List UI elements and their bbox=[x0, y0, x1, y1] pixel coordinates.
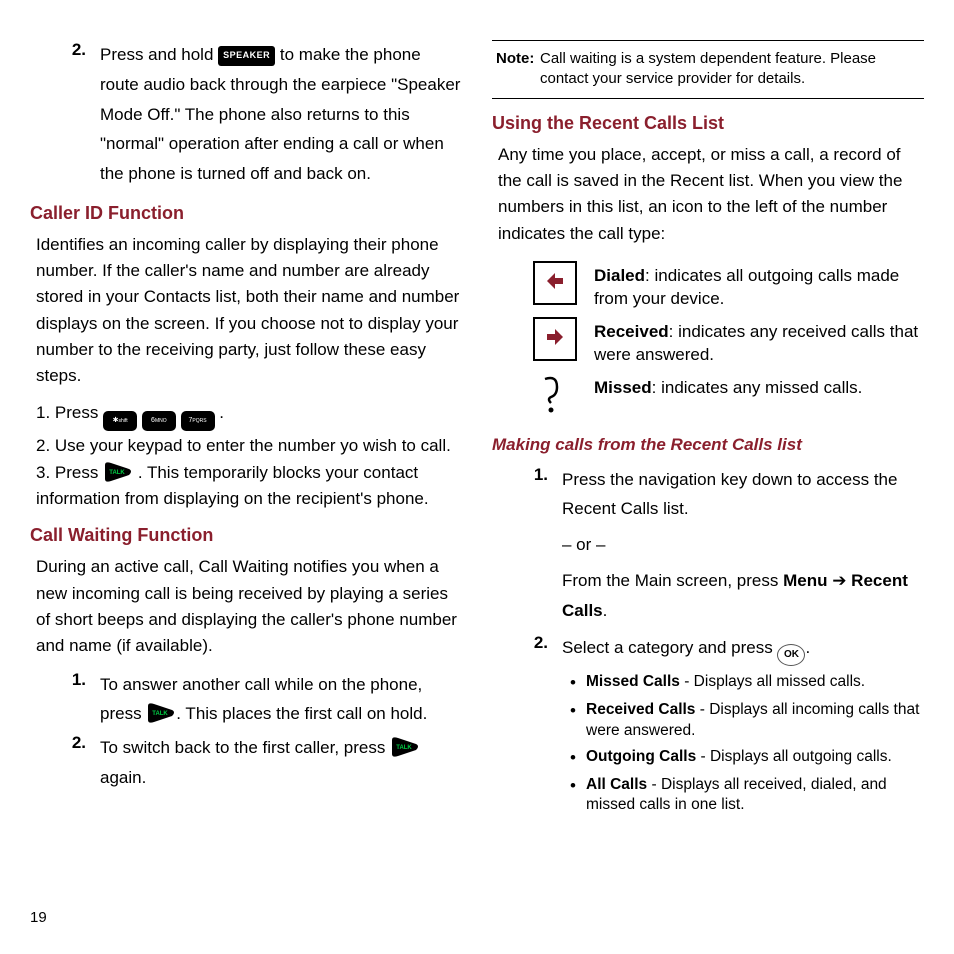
label: Received Calls bbox=[586, 701, 695, 718]
text: Press the navigation key down to access … bbox=[562, 465, 924, 525]
text: - Displays all missed calls. bbox=[680, 673, 865, 690]
caller-id-heading: Caller ID Function bbox=[30, 203, 462, 224]
bullet-icon: • bbox=[570, 747, 586, 769]
cid-step-2: 2. Use your keypad to enter the number y… bbox=[30, 433, 462, 459]
missed-label: Missed bbox=[594, 378, 652, 397]
step-body: To switch back to the first caller, pres… bbox=[100, 733, 462, 793]
note-label: Note: bbox=[496, 50, 534, 67]
missed-icon bbox=[532, 373, 578, 417]
missed-row: Missed: indicates any missed calls. bbox=[532, 373, 924, 417]
arrow-icon: ➔ bbox=[827, 571, 851, 590]
page: 2. Press and hold SPEAKER to make the ph… bbox=[0, 0, 954, 954]
label: Missed Calls bbox=[586, 673, 680, 690]
received-icon bbox=[533, 317, 577, 361]
step-body: To answer another call while on the phon… bbox=[100, 670, 462, 730]
dialed-icon bbox=[533, 261, 577, 305]
text: to make the phone route audio back throu… bbox=[100, 45, 460, 183]
talk-key-icon: TALK bbox=[390, 736, 420, 758]
step-number: 2. bbox=[514, 633, 562, 653]
cw-step-2: 2. To switch back to the first caller, p… bbox=[30, 733, 462, 793]
cat-all: • All Calls - Displays all received, dia… bbox=[570, 775, 924, 815]
text: 3. Press bbox=[36, 463, 103, 482]
svg-text:TALK: TALK bbox=[396, 745, 412, 751]
received-label: Received bbox=[594, 322, 669, 341]
bullet-icon: • bbox=[570, 672, 586, 694]
ok-key-icon: OK bbox=[777, 644, 805, 666]
note-box: Note: Call waiting is a system dependent… bbox=[492, 40, 924, 99]
step-number: 1. bbox=[52, 670, 100, 690]
step-body: Press and hold SPEAKER to make the phone… bbox=[100, 40, 462, 189]
recent-body: Any time you place, accept, or miss a ca… bbox=[492, 142, 924, 247]
cat-received: • Received Calls - Displays all incoming… bbox=[570, 700, 924, 740]
step-number: 2. bbox=[52, 40, 100, 60]
received-row: Received: indicates any received calls t… bbox=[532, 317, 924, 367]
text: . bbox=[219, 403, 224, 422]
cw-step-1: 1. To answer another call while on the p… bbox=[30, 670, 462, 730]
text: Press and hold bbox=[100, 45, 218, 64]
page-number: 19 bbox=[30, 909, 47, 926]
text: . bbox=[805, 638, 810, 657]
talk-key-icon: TALK bbox=[146, 702, 176, 724]
right-column: Note: Call waiting is a system dependent… bbox=[492, 40, 924, 944]
call-waiting-body: During an active call, Call Waiting noti… bbox=[30, 554, 462, 659]
star-key-icon: ✱shift bbox=[103, 411, 137, 431]
bullet-icon: • bbox=[570, 775, 586, 797]
text: - Displays all outgoing calls. bbox=[696, 748, 892, 765]
note-body: Call waiting is a system dependent featu… bbox=[540, 49, 920, 90]
making-calls-heading: Making calls from the Recent Calls list bbox=[492, 435, 924, 455]
label: All Calls bbox=[586, 776, 647, 793]
bullet-icon: • bbox=[570, 700, 586, 722]
cid-step-3: 3. Press TALK . This temporarily blocks … bbox=[30, 460, 462, 511]
cat-outgoing: • Outgoing Calls - Displays all outgoing… bbox=[570, 747, 924, 769]
step-body: Select a category and press OK. bbox=[562, 633, 924, 666]
call-waiting-heading: Call Waiting Function bbox=[30, 525, 462, 546]
step-number: 1. bbox=[514, 465, 562, 485]
making-step-2: 2. Select a category and press OK. bbox=[492, 633, 924, 666]
cat-missed: • Missed Calls - Displays all missed cal… bbox=[570, 672, 924, 694]
cid-step-1: 1. Press ✱shift 6MNO 7PQRS . bbox=[30, 400, 462, 431]
left-column: 2. Press and hold SPEAKER to make the ph… bbox=[30, 40, 462, 944]
text: Select a category and press bbox=[562, 638, 777, 657]
speaker-key-icon: SPEAKER bbox=[218, 46, 275, 66]
text: From the Main screen, press Menu ➔ Recen… bbox=[562, 566, 924, 626]
menu-label: Menu bbox=[783, 571, 827, 590]
caller-id-body: Identifies an incoming caller by display… bbox=[30, 232, 462, 390]
text: To switch back to the first caller, pres… bbox=[100, 738, 390, 757]
text: : indicates any missed calls. bbox=[652, 378, 863, 397]
label: Outgoing Calls bbox=[586, 748, 696, 765]
text: 1. Press bbox=[36, 403, 103, 422]
text: . This places the first call on hold. bbox=[176, 704, 427, 723]
step-body: Press the navigation key down to access … bbox=[562, 465, 924, 626]
or-divider: – or – bbox=[562, 530, 924, 560]
recent-heading: Using the Recent Calls List bbox=[492, 113, 924, 134]
svg-text:TALK: TALK bbox=[153, 711, 169, 717]
seven-key-icon: 7PQRS bbox=[181, 411, 215, 431]
speaker-step-2: 2. Press and hold SPEAKER to make the ph… bbox=[30, 40, 462, 189]
step-number: 2. bbox=[52, 733, 100, 753]
text: again. bbox=[100, 768, 146, 787]
talk-key-icon: TALK bbox=[103, 461, 133, 483]
dialed-label: Dialed bbox=[594, 266, 645, 285]
svg-text:TALK: TALK bbox=[109, 470, 125, 476]
making-step-1: 1. Press the navigation key down to acce… bbox=[492, 465, 924, 626]
dialed-row: Dialed: indicates all outgoing calls mad… bbox=[532, 261, 924, 311]
six-key-icon: 6MNO bbox=[142, 411, 176, 431]
